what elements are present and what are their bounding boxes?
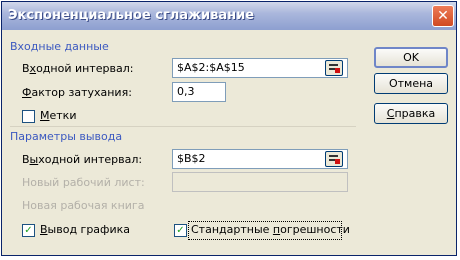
chart-output-checkbox[interactable]: ✓ [22,224,35,237]
cancel-button[interactable]: Отмена [374,73,448,94]
damping-factor-label: Фактор затухания: [22,86,132,99]
dialog-window: Экспоненциальное сглаживание ✕ Входные д… [1,1,457,256]
dialog-title: Экспоненциальное сглаживание [8,8,255,23]
title-bar[interactable]: Экспоненциальное сглаживание ✕ [2,2,456,30]
chart-output-label: Вывод графика [40,223,130,236]
labels-checkbox[interactable] [22,110,35,123]
checkmark-icon: ✓ [176,225,185,236]
input-range-label: Входной интервал: [22,62,134,75]
input-section-heading: Входные данные [10,40,109,53]
std-errors-checkbox[interactable]: ✓ [174,224,187,237]
input-range-field[interactable]: $A$2:$A$15 [172,58,348,78]
output-range-label: Выходной интервал: [22,153,143,166]
new-sheet-field [172,172,348,192]
new-book-label: Новая рабочая книга [22,199,145,212]
input-range-select-button[interactable] [325,60,343,76]
labels-checkbox-label: Метки [40,109,77,122]
close-icon: ✕ [437,8,449,24]
help-button[interactable]: Справка [374,103,448,124]
std-errors-label: Стандартные погрешности [191,223,350,236]
close-button[interactable]: ✕ [432,5,454,27]
output-section-heading: Параметры вывода [10,130,123,143]
checkmark-icon: ✓ [24,225,33,236]
damping-factor-field[interactable]: 0,3 [172,82,226,102]
new-sheet-label: Новый рабочий лист: [22,176,145,189]
section-divider [10,126,356,127]
ok-button[interactable]: OK [374,47,448,68]
output-range-field[interactable]: $B$2 [172,149,348,169]
output-range-select-button[interactable] [325,151,343,167]
